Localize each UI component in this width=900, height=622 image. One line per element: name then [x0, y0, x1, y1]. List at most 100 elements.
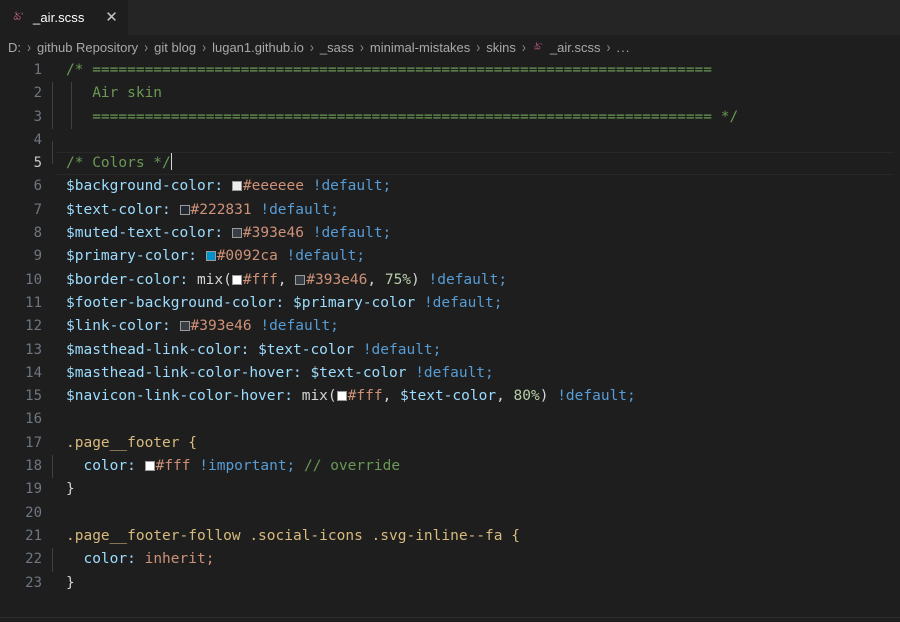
- line-number: 23: [25, 574, 42, 591]
- code-text[interactable]: $primary-color: #0092ca !default;: [42, 245, 900, 268]
- close-icon[interactable]: ✕: [103, 10, 119, 25]
- color-swatch[interactable]: [179, 321, 190, 332]
- code-text[interactable]: $navicon-link-color-hover: mix(#fff, $te…: [42, 385, 900, 408]
- editor-tab-air-scss[interactable]: _air.scss ✕: [0, 0, 129, 35]
- code-text[interactable]: /* =====================================…: [42, 59, 900, 82]
- code-text[interactable]: $footer-background-color: $primary-color…: [42, 292, 900, 315]
- color-swatch[interactable]: [231, 181, 242, 192]
- indent-guide: [52, 105, 53, 129]
- code-content[interactable]: 1 /* ===================================…: [0, 59, 900, 595]
- percent-value: 75%: [384, 271, 412, 288]
- css-property: color:: [83, 551, 136, 568]
- code-text[interactable]: $border-color: mix(#fff, #393e46, 75%) !…: [42, 269, 900, 292]
- code-line-active[interactable]: 5 /* Colors */: [0, 152, 900, 176]
- css-property: color:: [83, 458, 136, 475]
- breadcrumb-item-file[interactable]: _air.scss: [550, 40, 601, 55]
- code-line[interactable]: 21 .page__footer-follow .social-icons .s…: [0, 525, 900, 548]
- color-swatch[interactable]: [336, 391, 347, 402]
- comma: ,: [277, 271, 287, 288]
- line-number: 21: [25, 527, 42, 544]
- default-flag: !default;: [312, 225, 392, 242]
- breadcrumb-item-github-repository[interactable]: github Repository: [37, 40, 138, 55]
- breadcrumb-item-lugan1-github-io[interactable]: lugan1.github.io: [212, 40, 304, 55]
- line-number: 14: [25, 364, 42, 381]
- code-line[interactable]: 1 /* ===================================…: [0, 59, 900, 82]
- comment-space: [712, 109, 721, 125]
- variable-reference: $text-color: [310, 364, 407, 381]
- line-number: 10: [25, 271, 42, 288]
- code-line[interactable]: 15 $navicon-link-color-hover: mix(#fff, …: [0, 385, 900, 408]
- comma: ,: [382, 388, 392, 405]
- code-text[interactable]: color: #fff !important; // override: [42, 455, 900, 479]
- breadcrumb-separator-icon: ›: [27, 38, 31, 56]
- breadcrumb-item-skins[interactable]: skins: [486, 40, 516, 55]
- code-line[interactable]: 3 ======================================…: [0, 105, 900, 129]
- line-number: 19: [25, 481, 42, 498]
- comment-close: */: [720, 108, 739, 125]
- code-text[interactable]: }: [42, 478, 900, 501]
- default-flag: !default;: [260, 318, 339, 335]
- code-line[interactable]: 22 color: inherit;: [0, 548, 900, 572]
- variable-name: $border-color:: [66, 271, 189, 288]
- code-text[interactable]: .page__footer {: [42, 432, 900, 455]
- breadcrumb-item-minimal-mistakes[interactable]: minimal-mistakes: [370, 40, 470, 55]
- code-line[interactable]: 10 $border-color: mix(#fff, #393e46, 75%…: [0, 269, 900, 292]
- code-text[interactable]: $muted-text-color: #393e46 !default;: [42, 222, 900, 245]
- color-swatch[interactable]: [205, 251, 216, 262]
- comma: ,: [367, 271, 377, 288]
- code-text[interactable]: $background-color: #eeeeee !default;: [42, 175, 900, 198]
- breadcrumb-more[interactable]: ...: [616, 40, 630, 55]
- code-line[interactable]: 12 $link-color: #393e46 !default;: [0, 315, 900, 338]
- code-line[interactable]: 16: [0, 408, 900, 431]
- indent-guide: [52, 455, 53, 479]
- code-line[interactable]: 6 $background-color: #eeeeee !default;: [0, 175, 900, 198]
- code-line[interactable]: 13 $masthead-link-color: $text-color !de…: [0, 339, 900, 362]
- indent-guide: [52, 548, 53, 572]
- code-text[interactable]: color: inherit;: [42, 548, 900, 572]
- code-line[interactable]: 11 $footer-background-color: $primary-co…: [0, 292, 900, 315]
- code-text[interactable]: .page__footer-follow .social-icons .svg-…: [42, 525, 900, 548]
- code-line[interactable]: 19 }: [0, 478, 900, 501]
- color-swatch[interactable]: [144, 461, 155, 472]
- code-text[interactable]: $link-color: #393e46 !default;: [42, 315, 900, 338]
- variable-name: $muted-text-color:: [66, 225, 224, 242]
- line-number: 6: [33, 178, 42, 195]
- breadcrumb-separator-icon: ›: [521, 38, 526, 56]
- mix-function: mix(: [196, 271, 232, 288]
- code-editor[interactable]: 1 /* ===================================…: [0, 59, 900, 617]
- code-text[interactable]: }: [42, 572, 900, 595]
- code-line[interactable]: 4: [0, 129, 900, 164]
- code-line[interactable]: 18 color: #fff !important; // override: [0, 455, 900, 479]
- code-text[interactable]: /* Colors */: [42, 152, 900, 175]
- tab-bar-empty-space: [128, 0, 900, 35]
- code-text[interactable]: $text-color: #222831 !default;: [42, 199, 900, 222]
- line-number: 3: [33, 108, 42, 125]
- code-text[interactable]: $masthead-link-color: $text-color !defau…: [42, 339, 900, 362]
- code-line[interactable]: 17 .page__footer {: [0, 432, 900, 455]
- code-line[interactable]: 20: [0, 502, 900, 525]
- variable-name: $primary-color:: [66, 248, 197, 265]
- code-text[interactable]: ========================================…: [42, 105, 900, 129]
- code-line[interactable]: 23 }: [0, 572, 900, 595]
- tab-label: _air.scss: [33, 10, 85, 25]
- code-line[interactable]: 7 $text-color: #222831 !default;: [0, 199, 900, 222]
- line-number: 18: [25, 458, 42, 475]
- code-text[interactable]: $masthead-link-color-hover: $text-color …: [42, 362, 900, 385]
- color-swatch[interactable]: [231, 228, 242, 239]
- tab-bar: _air.scss ✕: [0, 0, 900, 35]
- code-line[interactable]: 2 Air skin: [0, 82, 900, 106]
- default-flag: !default;: [423, 294, 503, 311]
- variable-name: $masthead-link-color-hover:: [66, 364, 302, 381]
- breadcrumb-item-sass[interactable]: _sass: [320, 40, 354, 55]
- code-line[interactable]: 14 $masthead-link-color-hover: $text-col…: [0, 362, 900, 385]
- color-swatch[interactable]: [295, 274, 306, 285]
- code-line[interactable]: 9 $primary-color: #0092ca !default;: [0, 245, 900, 268]
- breadcrumb-item-drive[interactable]: D:: [8, 40, 21, 55]
- color-swatch[interactable]: [179, 204, 190, 215]
- code-line[interactable]: 8 $muted-text-color: #393e46 !default;: [0, 222, 900, 245]
- breadcrumb-item-git-blog[interactable]: git blog: [154, 40, 196, 55]
- color-swatch[interactable]: [231, 274, 242, 285]
- variable-reference: $text-color: [400, 388, 497, 405]
- code-text[interactable]: Air skin: [42, 82, 900, 106]
